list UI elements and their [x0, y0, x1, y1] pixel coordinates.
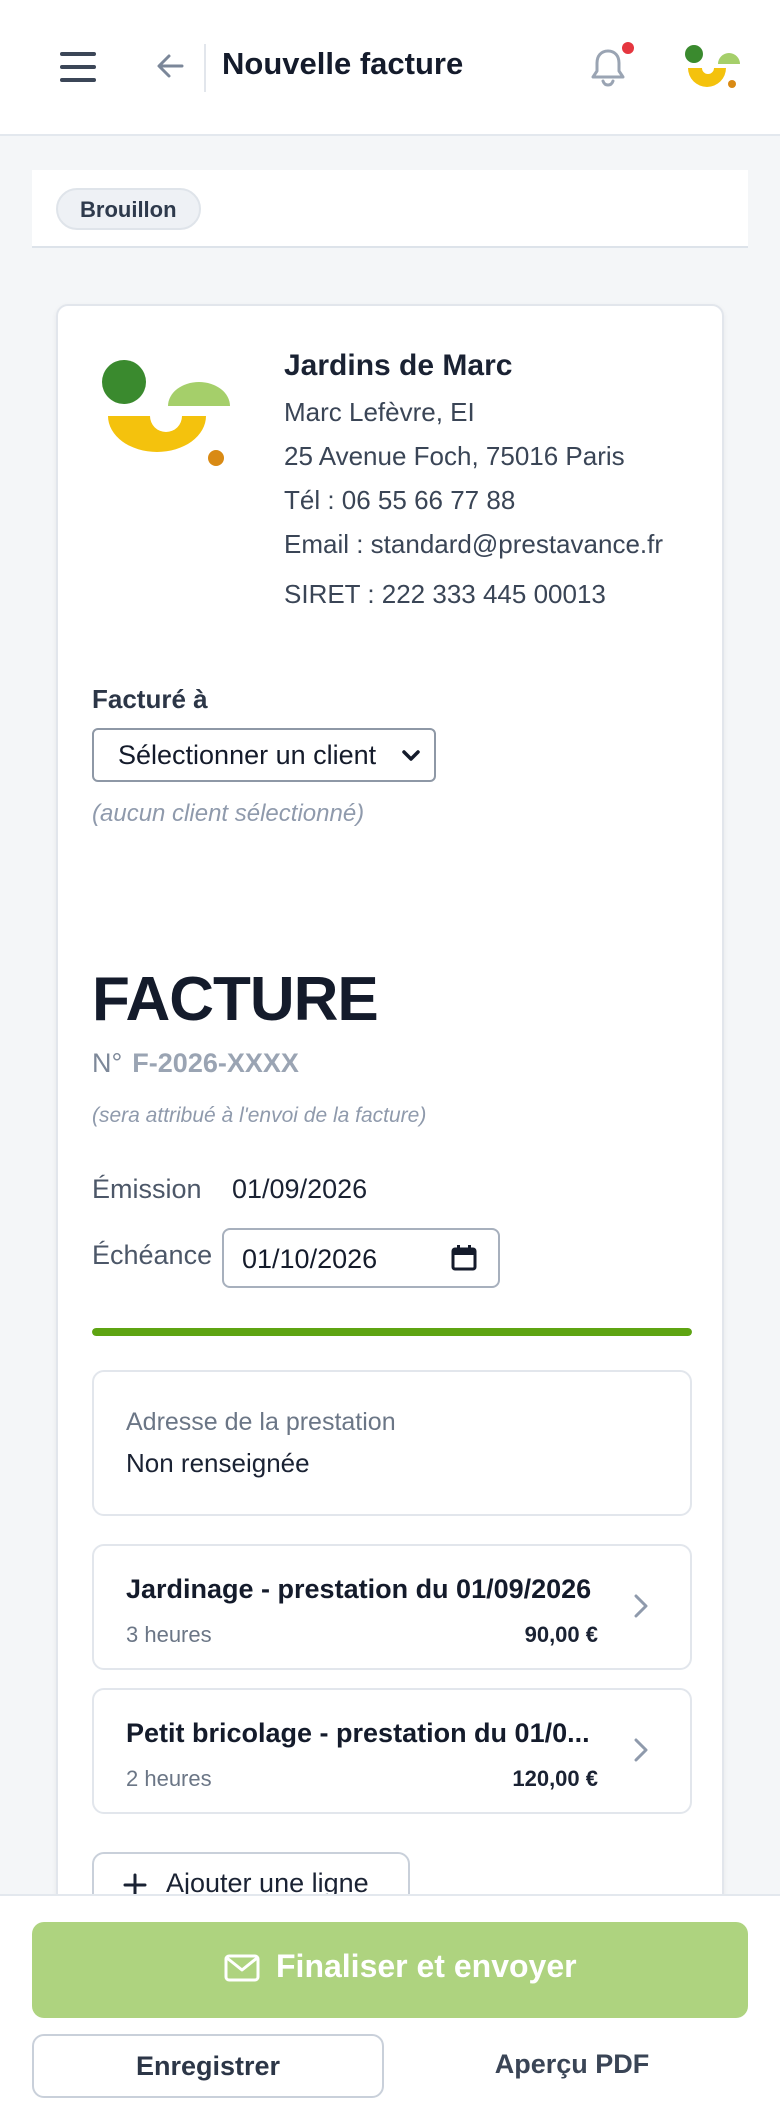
app-header: Nouvelle facture: [0, 0, 780, 136]
company-logo: [102, 360, 230, 466]
company-email: Email : standard@prestavance.fr: [284, 529, 664, 559]
line-item-quantity: 3 heures: [126, 1622, 212, 1647]
progress-bar: [92, 1328, 692, 1336]
page-title: Nouvelle facture: [222, 46, 464, 81]
header-divider: [204, 44, 206, 92]
finalize-send-label: Finaliser et envoyer: [276, 1948, 577, 1984]
company-name: Jardins de Marc: [284, 349, 513, 382]
company-address: 25 Avenue Foch, 75016 Paris: [284, 441, 625, 471]
emission-date: 01/09/2026: [232, 1174, 368, 1204]
invoice-number-value: F-2026-XXXX: [132, 1048, 299, 1078]
client-select-value: Sélectionner un client: [118, 740, 377, 770]
finalize-send-button[interactable]: Finaliser et envoyer: [32, 1922, 748, 2018]
no-client-note: (aucun client sélectionné): [92, 800, 365, 827]
line-item-price: 120,00 €: [512, 1766, 598, 1791]
status-badge: Brouillon: [56, 188, 201, 230]
chevron-right-icon: [634, 1594, 648, 1618]
save-button[interactable]: Enregistrer: [32, 2034, 384, 2098]
line-item-quantity: 2 heures: [126, 1766, 212, 1791]
company-phone: Tél : 06 55 66 77 88: [284, 485, 516, 515]
service-address-field[interactable]: Adresse de la prestation Non renseignée: [92, 1370, 692, 1516]
emission-label: Émission: [92, 1174, 202, 1204]
progress-fill: [92, 1328, 692, 1336]
chevron-right-icon: [634, 1738, 648, 1762]
invoice-number: N° F-2026-XXXX: [92, 1048, 299, 1079]
chevron-down-icon: [402, 750, 420, 761]
bottom-action-bar: Finaliser et envoyer Enregistrer Aperçu …: [0, 1894, 780, 2120]
line-item-title: Petit bricolage - prestation du 01/0...: [126, 1718, 590, 1748]
line-item[interactable]: Petit bricolage - prestation du 01/0... …: [92, 1688, 692, 1814]
company-owner: Marc Lefèvre, EI: [284, 397, 475, 427]
mail-icon: [224, 1954, 260, 1982]
hamburger-icon[interactable]: [58, 50, 98, 84]
invoice-number-prefix: N°: [92, 1048, 123, 1078]
line-item-title: Jardinage - prestation du 01/09/2026: [126, 1574, 592, 1604]
company-siret: SIRET : 222 333 445 00013: [284, 579, 606, 609]
due-date-value: 01/10/2026: [242, 1244, 378, 1274]
due-date-label: Échéance: [92, 1240, 213, 1270]
billed-to-label: Facturé à: [92, 684, 208, 714]
invoice-number-note: (sera attribué à l'envoi de la facture): [92, 1104, 427, 1127]
line-item[interactable]: Jardinage - prestation du 01/09/2026 3 h…: [92, 1544, 692, 1670]
pdf-preview-button[interactable]: Aperçu PDF: [396, 2034, 748, 2098]
invoice-heading: FACTURE: [92, 965, 379, 1034]
service-address-value: Non renseignée: [126, 1448, 310, 1478]
status-strip: Brouillon: [32, 170, 748, 248]
notification-dot: [622, 42, 634, 54]
arrow-left-icon[interactable]: [152, 48, 188, 84]
due-date-input[interactable]: 01/10/2026: [222, 1228, 500, 1288]
line-item-price: 90,00 €: [524, 1622, 598, 1647]
invoice-card: Jardins de Marc Marc Lefèvre, EI 25 Aven…: [56, 304, 724, 2120]
client-select[interactable]: Sélectionner un client: [92, 728, 436, 782]
calendar-icon[interactable]: [450, 1244, 478, 1272]
service-address-label: Adresse de la prestation: [126, 1408, 396, 1436]
company-info: Jardins de Marc Marc Lefèvre, EI 25 Aven…: [284, 344, 704, 616]
avatar[interactable]: [684, 44, 740, 90]
